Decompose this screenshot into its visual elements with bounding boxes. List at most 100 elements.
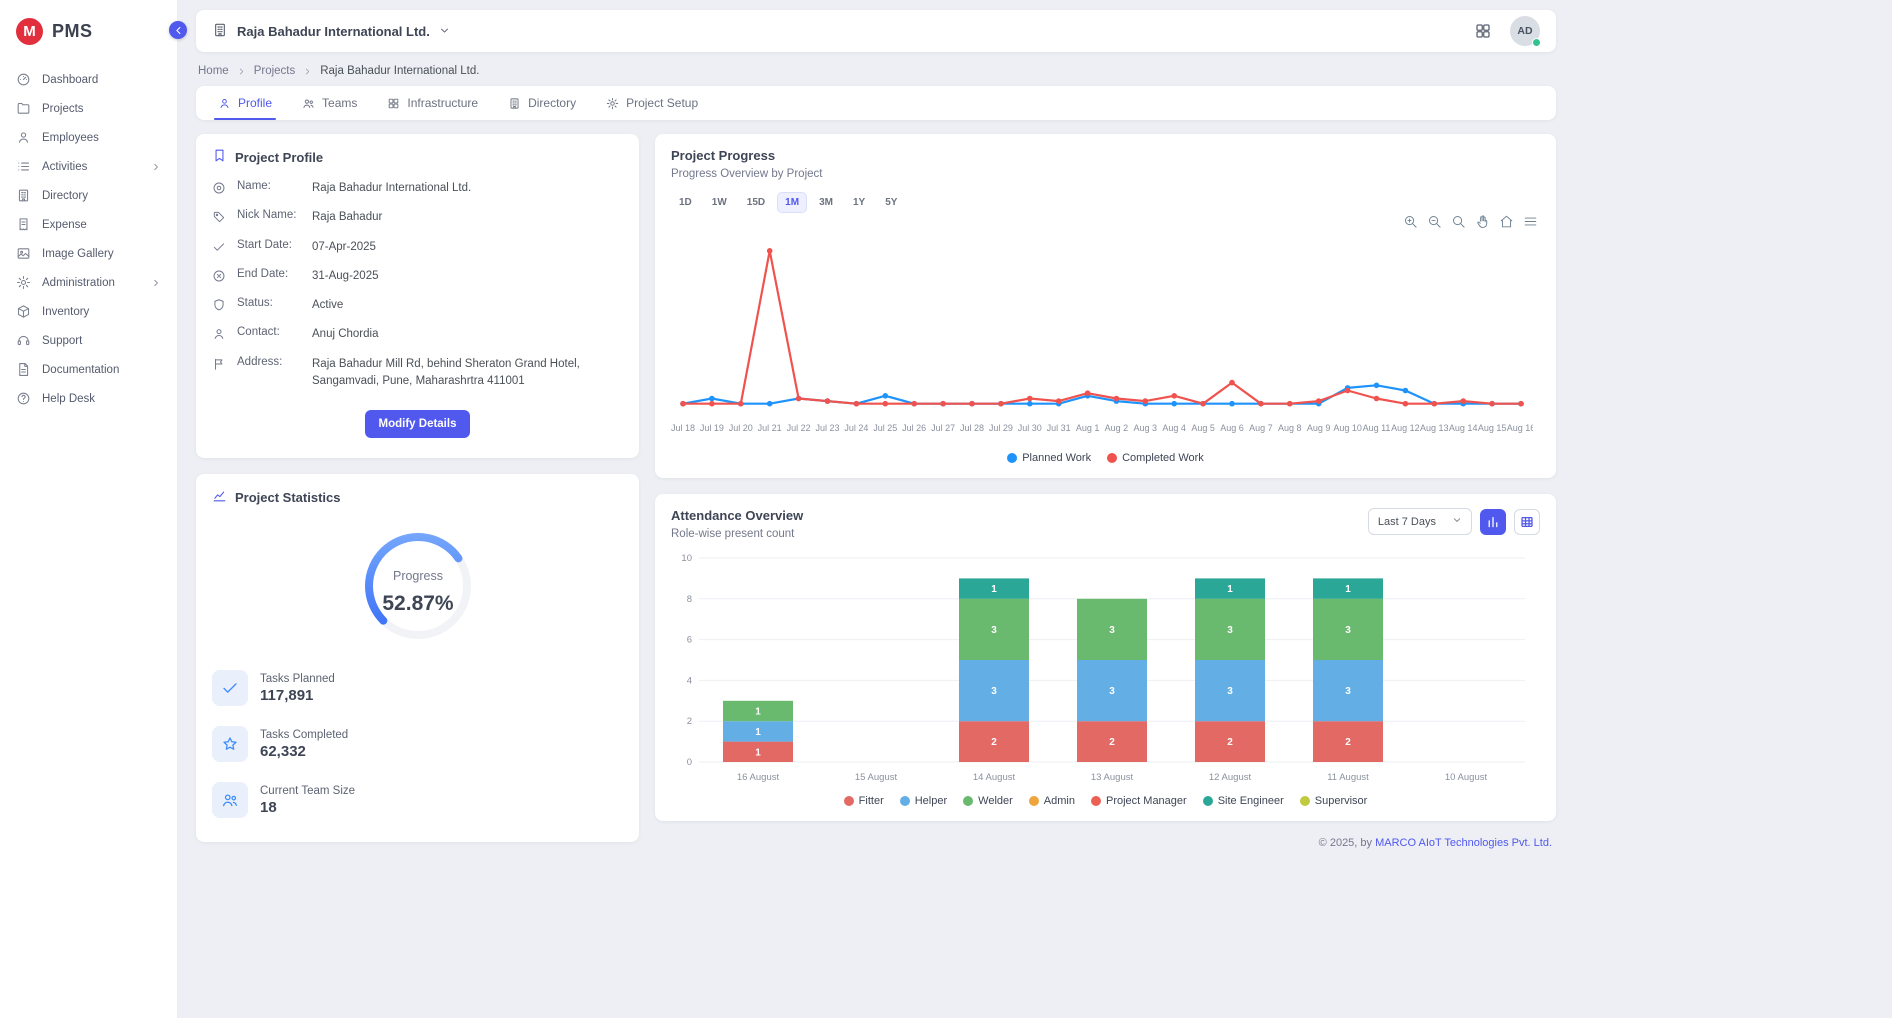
sidebar-item-support[interactable]: Support bbox=[0, 326, 177, 355]
sidebar-collapse-button[interactable] bbox=[169, 21, 187, 39]
zoom-out-button[interactable] bbox=[1427, 214, 1442, 229]
footer-company-link[interactable]: MARCO AIoT Technologies Pvt. Ltd. bbox=[1375, 837, 1552, 849]
legend-admin[interactable]: Admin bbox=[1029, 795, 1075, 807]
home-button[interactable] bbox=[1499, 214, 1514, 229]
svg-text:Jul 31: Jul 31 bbox=[1047, 423, 1071, 433]
attendance-range-value: Last 7 Days bbox=[1378, 516, 1436, 528]
app-logo[interactable]: M PMS bbox=[0, 6, 177, 65]
sidebar-item-inventory[interactable]: Inventory bbox=[0, 297, 177, 326]
legend-completed-work[interactable]: Completed Work bbox=[1107, 452, 1204, 464]
gallery-icon bbox=[16, 246, 31, 261]
svg-text:3: 3 bbox=[1227, 686, 1233, 697]
tab-project-setup[interactable]: Project Setup bbox=[592, 86, 712, 120]
sidebar-item-expense[interactable]: Expense bbox=[0, 210, 177, 239]
sidebar-item-activities[interactable]: Activities bbox=[0, 152, 177, 181]
tab-bar: ProfileTeamsInfrastructureDirectoryProje… bbox=[196, 86, 1556, 120]
tab-teams[interactable]: Teams bbox=[288, 86, 371, 120]
sidebar-item-dashboard[interactable]: Dashboard bbox=[0, 65, 177, 94]
range-5y[interactable]: 5Y bbox=[877, 192, 905, 213]
chart-line-icon bbox=[212, 488, 227, 503]
chevron-right-icon bbox=[237, 67, 246, 76]
gear-icon bbox=[606, 97, 619, 110]
field-value: Raja Bahadur International Ltd. bbox=[312, 180, 471, 197]
projects-icon bbox=[16, 101, 31, 116]
project-profile-card: Project Profile Name:Raja Bahadur Intern… bbox=[196, 134, 639, 458]
sidebar-item-image-gallery[interactable]: Image Gallery bbox=[0, 239, 177, 268]
sidebar-item-administration[interactable]: Administration bbox=[0, 268, 177, 297]
sidebar-item-directory[interactable]: Directory bbox=[0, 181, 177, 210]
tab-profile[interactable]: Profile bbox=[204, 86, 286, 120]
profile-field-address: Address:Raja Bahadur Mill Rd, behind She… bbox=[212, 350, 623, 397]
sidebar-item-help-desk[interactable]: Help Desk bbox=[0, 384, 177, 413]
sidebar: M PMS DashboardProjectsEmployeesActiviti… bbox=[0, 0, 178, 1018]
svg-text:Aug 11: Aug 11 bbox=[1363, 423, 1391, 433]
svg-text:1: 1 bbox=[1345, 584, 1351, 595]
chevron-right-icon bbox=[151, 278, 161, 288]
table-icon bbox=[1520, 515, 1534, 529]
users-icon bbox=[221, 791, 239, 809]
range-1m[interactable]: 1M bbox=[777, 192, 807, 213]
project-progress-chart[interactable]: Jul 18Jul 19Jul 20Jul 21Jul 22Jul 23Jul … bbox=[671, 219, 1540, 448]
stat-row-tasks-planned: Tasks Planned117,891 bbox=[212, 660, 623, 716]
legend-fitter[interactable]: Fitter bbox=[844, 795, 884, 807]
attendance-title: Attendance Overview bbox=[671, 508, 803, 523]
apps-menu-button[interactable] bbox=[1474, 22, 1492, 40]
sidebar-nav: DashboardProjectsEmployeesActivitiesDire… bbox=[0, 65, 177, 413]
sidebar-item-projects[interactable]: Projects bbox=[0, 94, 177, 123]
legend-helper[interactable]: Helper bbox=[900, 795, 947, 807]
zoom-in-button[interactable] bbox=[1403, 214, 1418, 229]
flag-icon bbox=[212, 357, 226, 371]
svg-text:1: 1 bbox=[1227, 584, 1233, 595]
company-selector[interactable]: Raja Bahadur International Ltd. bbox=[212, 22, 450, 41]
svg-text:14 August: 14 August bbox=[973, 772, 1016, 783]
svg-text:2: 2 bbox=[1109, 737, 1115, 748]
legend-welder[interactable]: Welder bbox=[963, 795, 1013, 807]
breadcrumb-item-home[interactable]: Home bbox=[198, 65, 229, 77]
svg-text:2: 2 bbox=[991, 737, 997, 748]
svg-text:3: 3 bbox=[1345, 625, 1351, 636]
svg-text:Aug 1: Aug 1 bbox=[1076, 423, 1100, 433]
range-1y[interactable]: 1Y bbox=[845, 192, 873, 213]
app-root: M PMS DashboardProjectsEmployeesActiviti… bbox=[0, 0, 1892, 1018]
range-15d[interactable]: 15D bbox=[739, 192, 773, 213]
breadcrumb-item-raja-bahadur-international-ltd: Raja Bahadur International Ltd. bbox=[320, 65, 479, 77]
pan-button[interactable] bbox=[1475, 214, 1490, 229]
profile-field-name: Name:Raja Bahadur International Ltd. bbox=[212, 174, 623, 203]
attendance-range-select[interactable]: Last 7 Days bbox=[1368, 508, 1472, 535]
sidebar-item-documentation[interactable]: Documentation bbox=[0, 355, 177, 384]
user-avatar[interactable]: AD bbox=[1510, 16, 1540, 46]
tab-directory[interactable]: Directory bbox=[494, 86, 590, 120]
profile-field-start-date: Start Date:07-Apr-2025 bbox=[212, 233, 623, 262]
chart-toolbar bbox=[1403, 214, 1538, 229]
svg-text:2: 2 bbox=[687, 716, 692, 727]
attendance-chart[interactable]: 024681016 August11115 August14 August233… bbox=[671, 548, 1540, 791]
range-1d[interactable]: 1D bbox=[671, 192, 700, 213]
legend-planned-work[interactable]: Planned Work bbox=[1007, 452, 1091, 464]
project-progress-subtitle: Progress Overview by Project bbox=[671, 168, 1540, 180]
dashboard-icon bbox=[16, 72, 31, 87]
table-view-button[interactable] bbox=[1514, 509, 1540, 535]
breadcrumb-item-projects[interactable]: Projects bbox=[254, 65, 296, 77]
svg-text:6: 6 bbox=[687, 635, 692, 646]
menu-button[interactable] bbox=[1523, 214, 1538, 229]
modify-details-button[interactable]: Modify Details bbox=[365, 410, 471, 438]
bookmark-icon bbox=[212, 148, 227, 163]
legend-supervisor[interactable]: Supervisor bbox=[1300, 795, 1368, 807]
legend-site-engineer[interactable]: Site Engineer bbox=[1203, 795, 1284, 807]
sidebar-item-employees[interactable]: Employees bbox=[0, 123, 177, 152]
zoom-in-icon bbox=[1403, 214, 1418, 229]
chart-view-button[interactable] bbox=[1480, 509, 1506, 535]
legend-project-manager[interactable]: Project Manager bbox=[1091, 795, 1187, 807]
building-icon bbox=[212, 22, 228, 38]
statistics-card-title: Project Statistics bbox=[235, 490, 341, 505]
sidebar-item-label: Documentation bbox=[42, 364, 161, 376]
attendance-card: Attendance Overview Role-wise present co… bbox=[655, 494, 1556, 821]
tab-infrastructure[interactable]: Infrastructure bbox=[373, 86, 492, 120]
chevron-down-icon bbox=[439, 25, 450, 36]
company-name: Raja Bahadur International Ltd. bbox=[237, 24, 430, 39]
logo-icon: M bbox=[16, 18, 43, 45]
range-3m[interactable]: 3M bbox=[811, 192, 841, 213]
range-1w[interactable]: 1W bbox=[704, 192, 735, 213]
zoom-out-icon bbox=[1427, 214, 1442, 229]
selection-button[interactable] bbox=[1451, 214, 1466, 229]
